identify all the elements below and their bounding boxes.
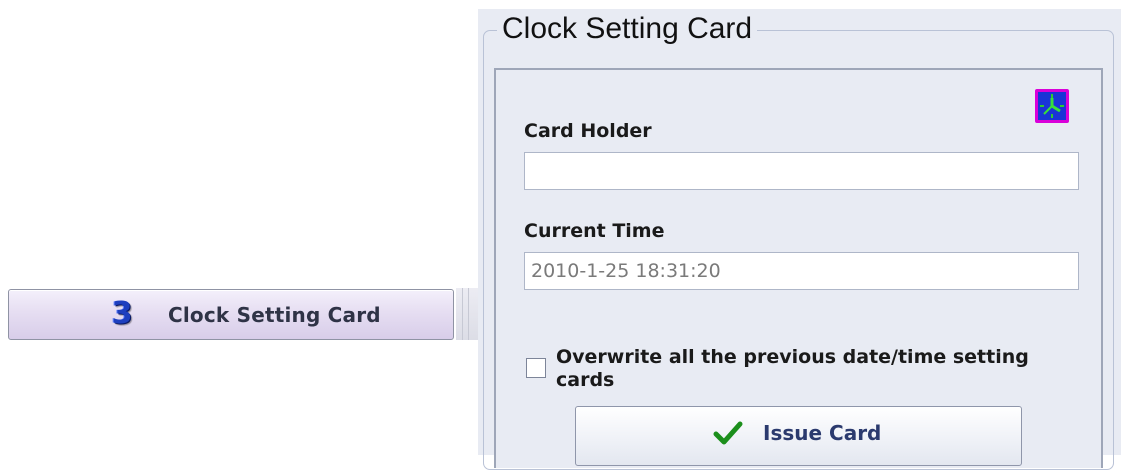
clock-icon <box>1035 89 1069 123</box>
issue-card-button-label: Issue Card <box>763 421 882 445</box>
current-time-label: Current Time <box>524 220 665 242</box>
current-time-input[interactable] <box>524 252 1079 290</box>
nav-button-label: Clock Setting Card <box>168 303 381 327</box>
overwrite-checkbox[interactable] <box>526 358 546 378</box>
checkmark-icon <box>713 421 743 445</box>
issue-card-button[interactable]: Issue Card <box>575 406 1022 466</box>
clock-setting-card-panel: Clock Setting Card Card Holder Current T… <box>478 9 1121 470</box>
form-area: Card Holder Current Time Overwrite all t… <box>494 68 1103 468</box>
step-number-badge: 3 <box>111 296 133 331</box>
panel-splitter[interactable] <box>456 288 480 340</box>
overwrite-checkbox-label: Overwrite all the previous date/time set… <box>556 346 1029 391</box>
clock-setting-card-nav-button[interactable]: 3 Clock Setting Card <box>8 289 454 340</box>
card-holder-input[interactable] <box>524 152 1079 190</box>
card-holder-label: Card Holder <box>524 120 652 142</box>
panel-title: Clock Setting Card <box>497 12 758 46</box>
